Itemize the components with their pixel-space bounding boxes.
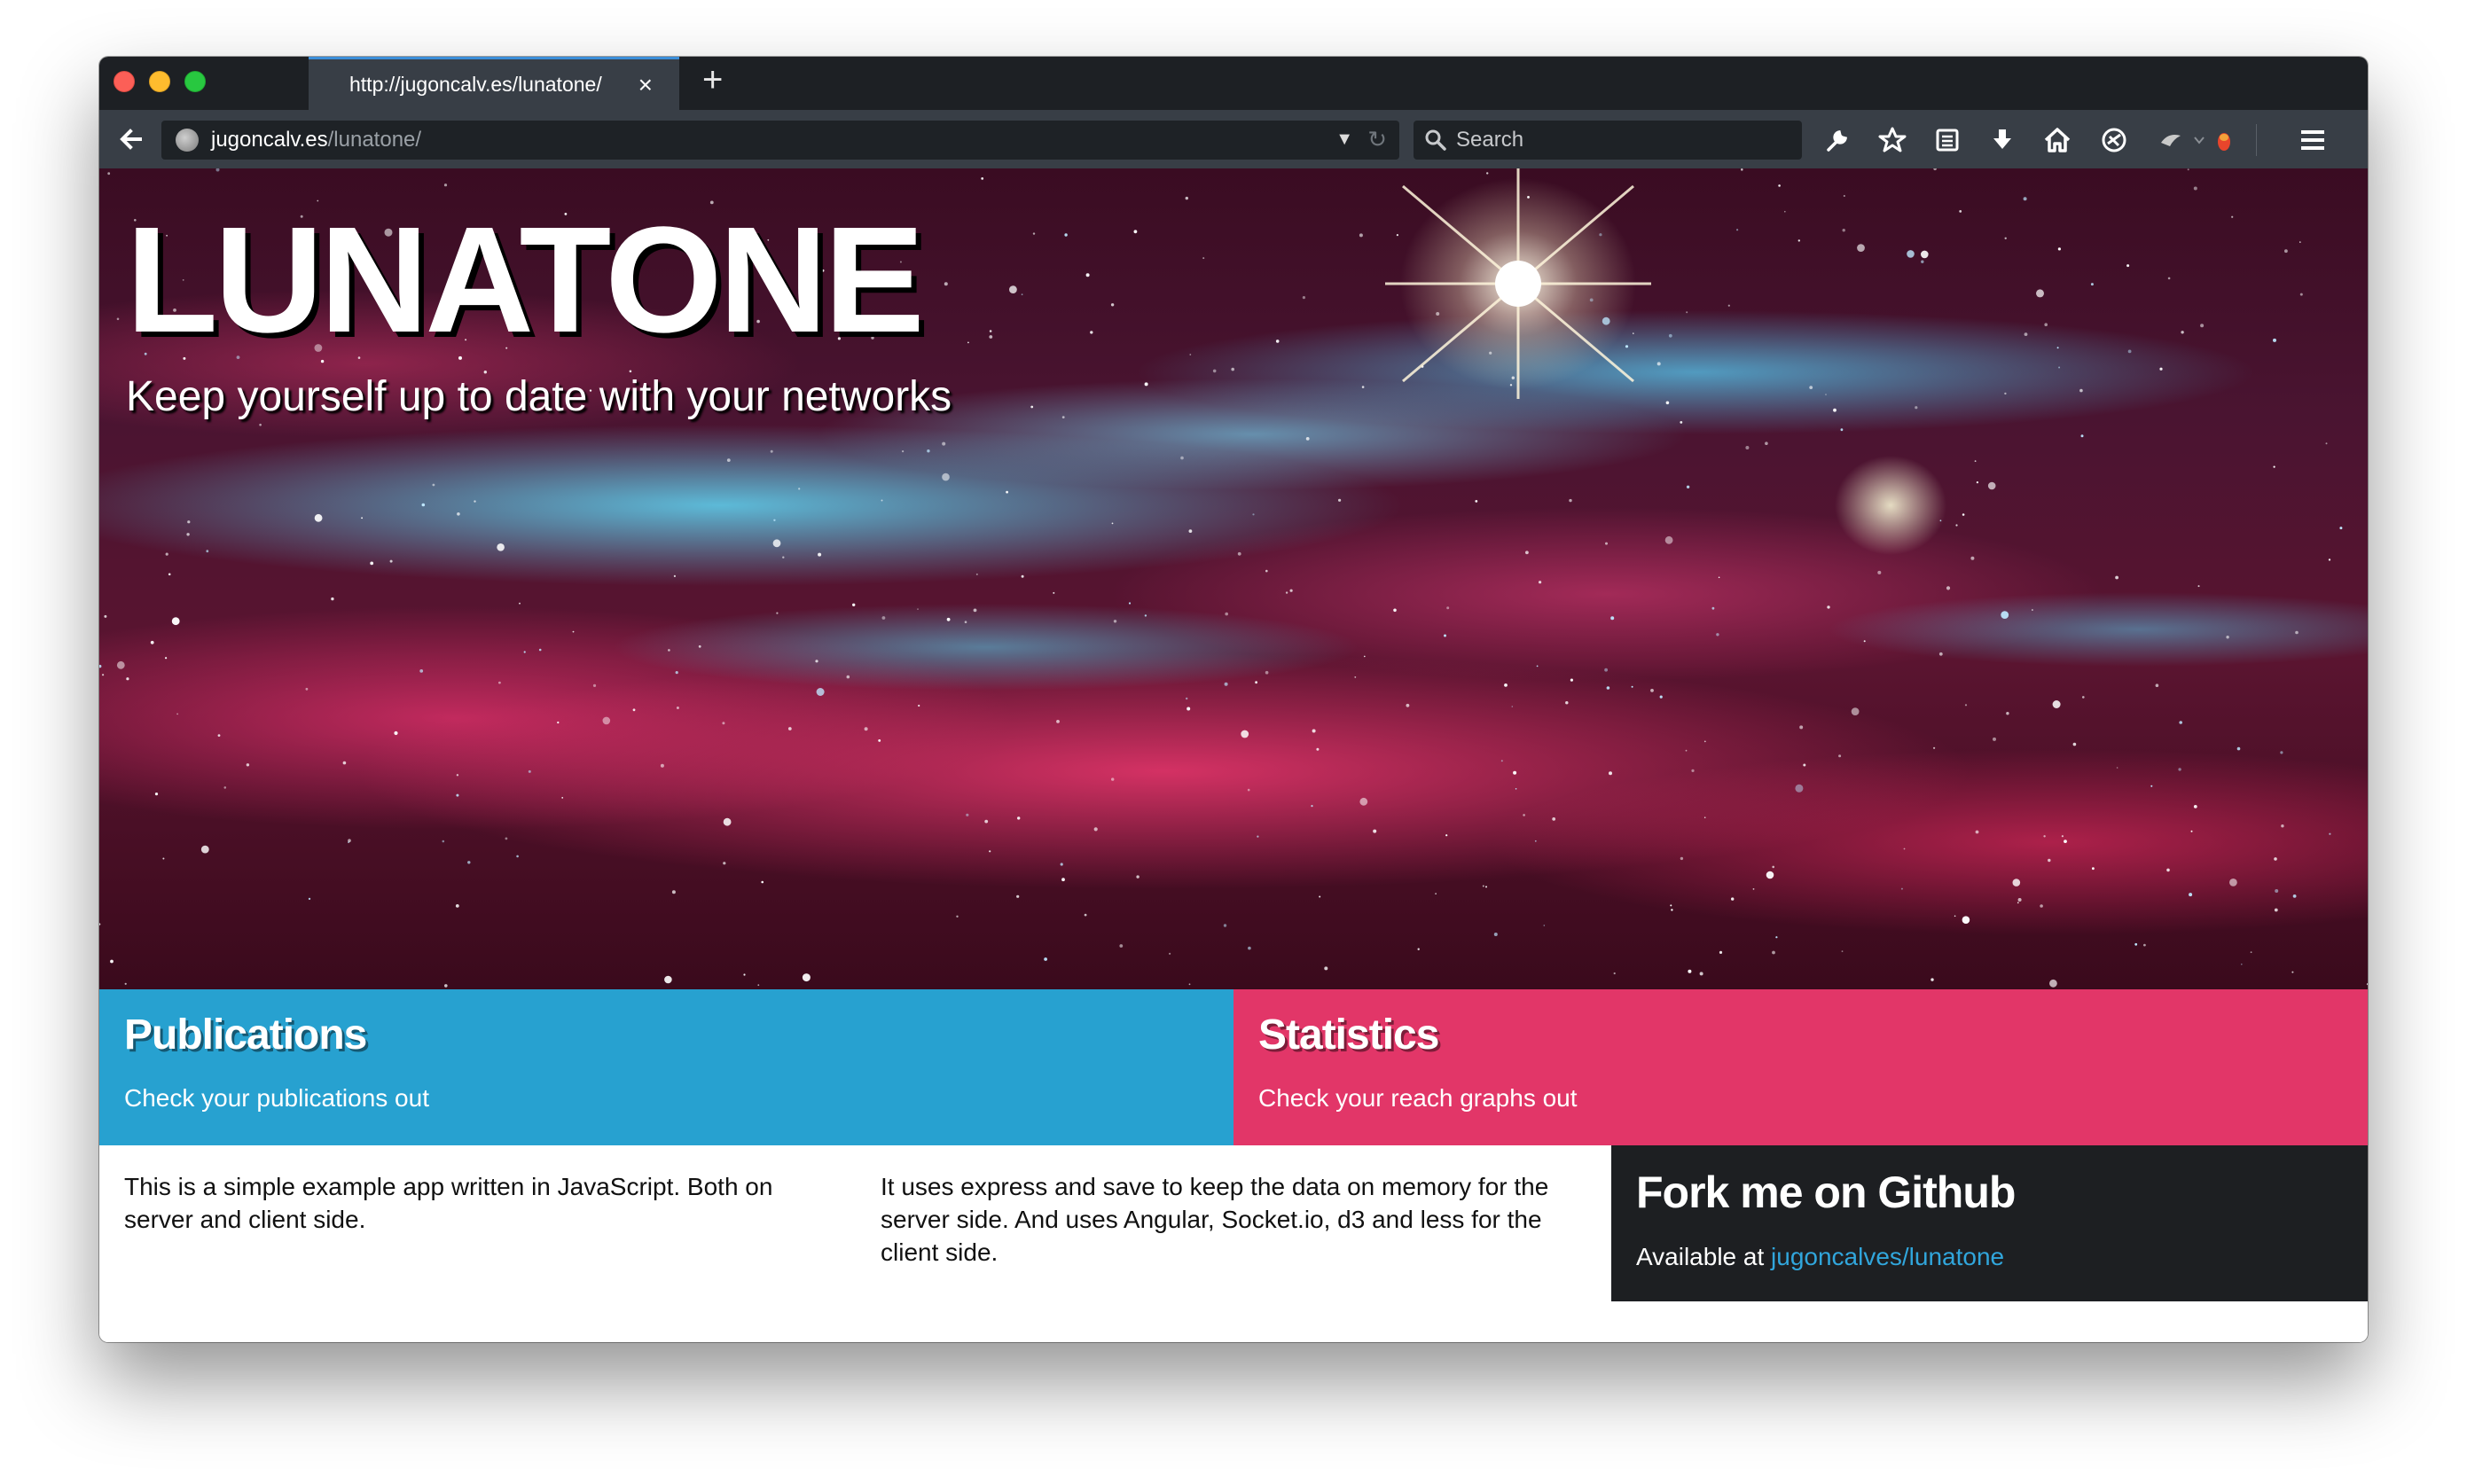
statistics-title: Statistics: [1258, 1011, 1439, 1058]
github-repo-link[interactable]: jugoncalves/lunatone: [1771, 1243, 2004, 1270]
firebug-icon[interactable]: [2208, 124, 2240, 156]
extension-dropdown-icon[interactable]: [2190, 124, 2208, 156]
search-placeholder: Search: [1456, 128, 1524, 152]
extension-icon[interactable]: [2155, 124, 2187, 156]
statistics-card[interactable]: Statistics Check your reach graphs out: [1234, 989, 2368, 1145]
reading-list-icon[interactable]: [1931, 124, 1963, 156]
fork-github-panel: Fork me on Github Available at jugoncalv…: [1611, 1145, 2368, 1301]
url-history-dropdown-icon[interactable]: ▼: [1335, 129, 1353, 150]
tab-title: http://jugoncalv.es/lunatone/: [349, 73, 602, 96]
tab-lunatone[interactable]: http://jugoncalv.es/lunatone/ ×: [309, 57, 679, 110]
globe-icon: [176, 129, 199, 152]
publications-title: Publications: [124, 1011, 367, 1058]
menu-icon[interactable]: [2297, 124, 2329, 156]
window-minimize-button[interactable]: [149, 71, 170, 92]
search-bar[interactable]: Search: [1414, 121, 1802, 160]
hero-title: LUNATONE: [126, 196, 925, 364]
fork-prefix: Available at: [1636, 1243, 1772, 1270]
fork-availability: Available at jugoncalves/lunatone: [1636, 1243, 2343, 1271]
back-arrow-icon: [120, 129, 142, 150]
wrench-icon[interactable]: [1821, 124, 1853, 156]
navigation-bar: jugoncalv.es /lunatone/ ▼ ↻ Search: [99, 110, 2368, 168]
hero-banner: LUNATONE Keep yourself up to date with y…: [99, 168, 2368, 989]
sync-icon[interactable]: [2098, 124, 2130, 156]
url-host: jugoncalv.es: [211, 128, 328, 152]
fork-title: Fork me on Github: [1636, 1168, 2016, 1217]
info-column-1: This is a simple example app written in …: [124, 1173, 773, 1233]
url-bar[interactable]: jugoncalv.es /lunatone/ ▼ ↻: [161, 121, 1399, 160]
publications-text: Check your publications out: [124, 1084, 429, 1112]
info-column-2: It uses express and save to keep the dat…: [881, 1173, 1549, 1266]
bookmark-star-icon[interactable]: [1876, 124, 1908, 156]
statistics-text: Check your reach graphs out: [1258, 1084, 1578, 1112]
back-button[interactable]: [110, 119, 151, 160]
window-close-button[interactable]: [114, 71, 135, 92]
publications-card[interactable]: Publications Check your publications out: [99, 989, 1234, 1145]
browser-window: http://jugoncalv.es/lunatone/ × + jugonc…: [99, 57, 2368, 1342]
tab-close-icon[interactable]: ×: [638, 72, 653, 98]
hero-subtitle: Keep yourself up to date with your netwo…: [126, 373, 952, 420]
home-icon[interactable]: [2041, 124, 2073, 156]
search-icon: [1425, 129, 1446, 151]
download-icon[interactable]: [1986, 124, 2018, 156]
reload-icon[interactable]: ↻: [1367, 126, 1387, 153]
tab-bar: http://jugoncalv.es/lunatone/ × +: [99, 57, 2368, 110]
window-maximize-button[interactable]: [184, 71, 206, 92]
new-tab-button[interactable]: +: [702, 62, 723, 98]
toolbar-separator: [2256, 124, 2257, 156]
page-content: LUNATONE Keep yourself up to date with y…: [99, 168, 2368, 1342]
url-path: /lunatone/: [327, 128, 422, 152]
